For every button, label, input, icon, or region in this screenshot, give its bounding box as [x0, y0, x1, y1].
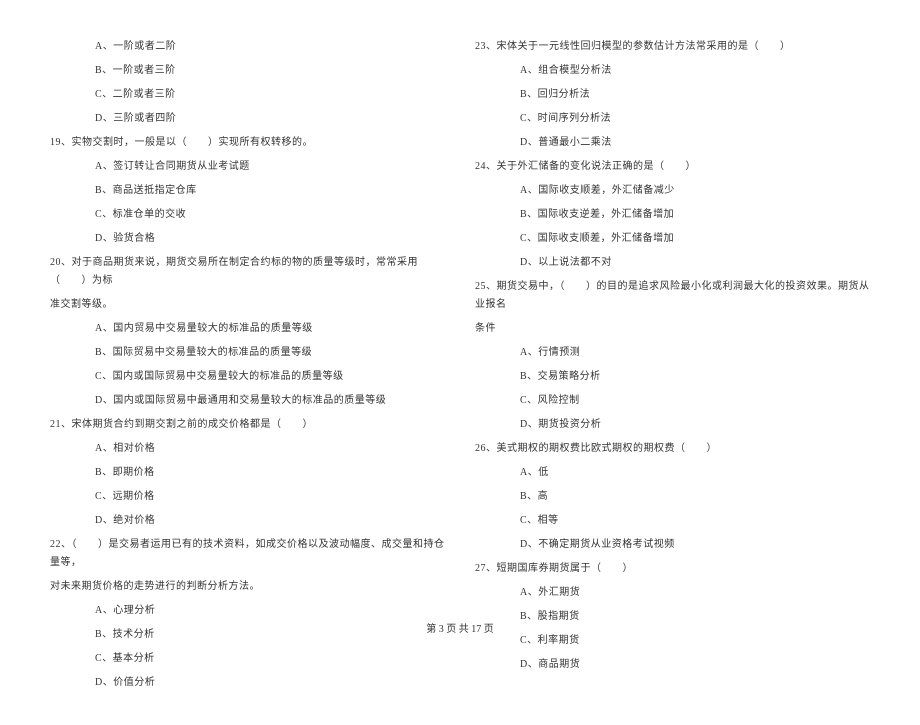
q20-text: 20、对于商品期货来说，期货交易所在制定合约标的物的质量等级时，常常采用（ ）为…: [50, 251, 445, 293]
q18-option-a: A、一阶或者二阶: [50, 35, 445, 59]
q21-option-a: A、相对价格: [50, 437, 445, 461]
q18-option-d: D、三阶或者四阶: [50, 107, 445, 131]
q26-option-d: D、不确定期货从业资格考试视频: [475, 533, 870, 557]
q19-option-d: D、验货合格: [50, 227, 445, 251]
q21-option-c: C、远期价格: [50, 485, 445, 509]
q21-option-b: B、即期价格: [50, 461, 445, 485]
q25-option-d: D、期货投资分析: [475, 413, 870, 437]
q20-option-c: C、国内或国际贸易中交易量较大的标准品的质量等级: [50, 365, 445, 389]
q26-text: 26、美式期权的期权费比欧式期权的期权费（ ）: [475, 437, 870, 461]
q23-text: 23、宋体关于一元线性回归模型的参数估计方法常采用的是（ ）: [475, 35, 870, 59]
left-column: A、一阶或者二阶 B、一阶或者三阶 C、二阶或者三阶 D、三阶或者四阶 19、实…: [50, 35, 445, 695]
q23-option-b: B、回归分析法: [475, 83, 870, 107]
q23-option-a: A、组合模型分析法: [475, 59, 870, 83]
q25-option-c: C、风险控制: [475, 389, 870, 413]
q19-text: 19、实物交割时，一般是以（ ）实现所有权转移的。: [50, 131, 445, 155]
right-column: 23、宋体关于一元线性回归模型的参数估计方法常采用的是（ ） A、组合模型分析法…: [475, 35, 870, 695]
q24-option-c: C、国际收支顺差，外汇储备增加: [475, 227, 870, 251]
page-container: A、一阶或者二阶 B、一阶或者三阶 C、二阶或者三阶 D、三阶或者四阶 19、实…: [0, 0, 920, 725]
q23-option-d: D、普通最小二乘法: [475, 131, 870, 155]
q27-option-a: A、外汇期货: [475, 581, 870, 605]
q25-text: 25、期货交易中，（ ）的目的是追求风险最小化或利润最大化的投资效果。期货从业报…: [475, 275, 870, 317]
q18-option-c: C、二阶或者三阶: [50, 83, 445, 107]
q27-option-d: D、商品期货: [475, 653, 870, 677]
q22-text: 22、（ ）是交易者运用已有的技术资料，如成交价格以及波动幅度、成交量和持仓量等…: [50, 533, 445, 575]
q24-option-a: A、国际收支顺差，外汇储备减少: [475, 179, 870, 203]
q26-option-c: C、相等: [475, 509, 870, 533]
q26-option-b: B、高: [475, 485, 870, 509]
q20-option-b: B、国际贸易中交易量较大的标准品的质量等级: [50, 341, 445, 365]
q20-option-a: A、国内贸易中交易量较大的标准品的质量等级: [50, 317, 445, 341]
q21-option-d: D、绝对价格: [50, 509, 445, 533]
q20-option-d: D、国内或国际贸易中最通用和交易量较大的标准品的质量等级: [50, 389, 445, 413]
q22-option-c: C、基本分析: [50, 647, 445, 671]
q22-option-d: D、价值分析: [50, 671, 445, 695]
q24-option-d: D、以上说法都不对: [475, 251, 870, 275]
q19-option-b: B、商品送抵指定仓库: [50, 179, 445, 203]
q23-option-c: C、时间序列分析法: [475, 107, 870, 131]
q26-option-a: A、低: [475, 461, 870, 485]
q24-option-b: B、国际收支逆差，外汇储备增加: [475, 203, 870, 227]
q25-cont: 条件: [475, 317, 870, 341]
q24-text: 24、关于外汇储备的变化说法正确的是（ ）: [475, 155, 870, 179]
q19-option-a: A、签订转让合同期货从业考试题: [50, 155, 445, 179]
page-footer: 第 3 页 共 17 页: [0, 620, 920, 635]
q22-cont: 对未来期货价格的走势进行的判断分析方法。: [50, 575, 445, 599]
q19-option-c: C、标准仓单的交收: [50, 203, 445, 227]
q21-text: 21、宋体期货合约到期交割之前的成交价格都是（ ）: [50, 413, 445, 437]
q27-text: 27、短期国库券期货属于（ ）: [475, 557, 870, 581]
q25-option-b: B、交易策略分析: [475, 365, 870, 389]
q20-cont: 准交割等级。: [50, 293, 445, 317]
q25-option-a: A、行情预测: [475, 341, 870, 365]
q18-option-b: B、一阶或者三阶: [50, 59, 445, 83]
